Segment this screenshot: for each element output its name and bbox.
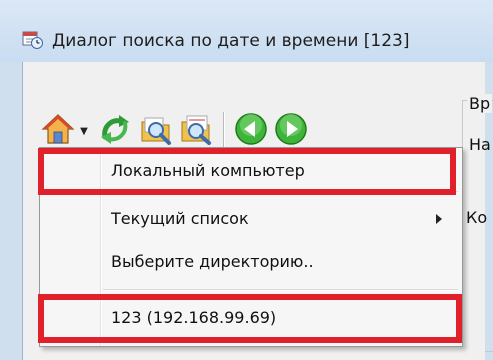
start-label: На — [469, 135, 491, 154]
menu-separator — [103, 289, 458, 291]
chevron-down-icon: ▼ — [80, 125, 88, 137]
menu-item-label: Выберите директорию.. — [111, 252, 314, 271]
title-bar[interactable]: Диалог поиска по дате и времени [123] — [0, 0, 493, 63]
search-folder-button[interactable] — [138, 112, 174, 150]
search-folder-icon — [139, 112, 173, 150]
highlight-remote-host — [38, 294, 462, 343]
search-folder-clock-icon — [179, 112, 213, 150]
search-folder-clock-button[interactable] — [178, 112, 214, 150]
status-strip — [23, 345, 485, 360]
menu-item-current-list[interactable]: Текущий список — [40, 201, 462, 237]
window-frame-left — [0, 62, 23, 360]
menu-item-label: Текущий список — [111, 209, 249, 228]
menu-item-choose-directory[interactable]: Выберите директорию.. — [40, 244, 462, 280]
forward-button[interactable] — [272, 112, 310, 150]
date-time-group-label: Вр — [467, 94, 493, 113]
highlight-local-computer — [38, 148, 456, 195]
home-icon — [41, 112, 75, 150]
back-button[interactable] — [232, 112, 270, 150]
refresh-network-icon — [99, 113, 131, 149]
search-dialog-window: Диалог поиска по дате и времени [123] ▼ — [0, 0, 493, 360]
submenu-arrow-icon — [436, 214, 442, 224]
refresh-network-button[interactable] — [97, 112, 133, 150]
back-arrow-icon — [234, 112, 268, 150]
forward-arrow-icon — [274, 112, 308, 150]
window-title: Диалог поиска по дате и времени [123] — [52, 31, 410, 51]
home-button[interactable] — [40, 112, 76, 150]
home-dropdown-button[interactable]: ▼ — [77, 122, 91, 140]
calendar-clock-icon — [22, 30, 44, 50]
end-label: Ко — [466, 208, 488, 227]
